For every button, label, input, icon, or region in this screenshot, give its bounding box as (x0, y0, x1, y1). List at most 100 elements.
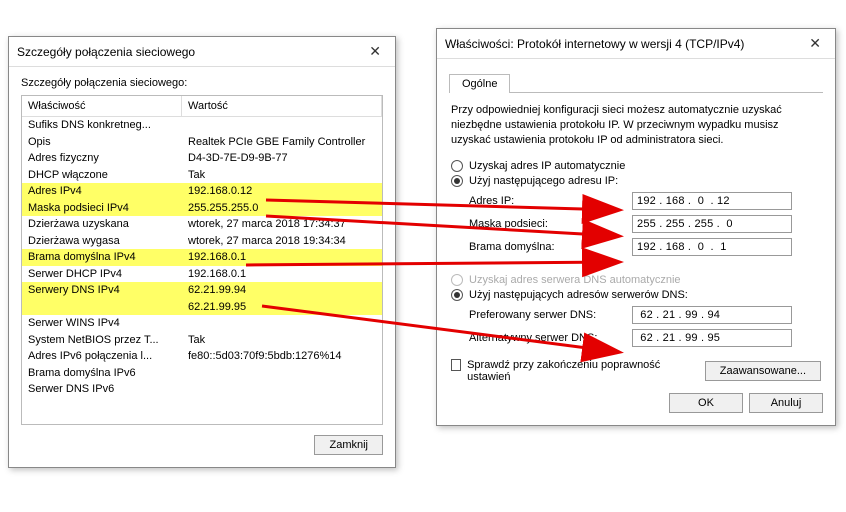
row-ip: Adres IP: (469, 192, 821, 210)
value-cell: fe80::5d03:70f9:5bdb:1276%14 (182, 348, 382, 365)
radio-ip-auto[interactable]: Uzyskaj adres IP automatycznie (451, 160, 821, 172)
property-cell: Adres IPv4 (22, 183, 182, 200)
label-dns2: Alternatywny serwer DNS: (469, 332, 624, 344)
close-icon[interactable]: ✕ (803, 35, 827, 52)
label-dns1: Preferowany serwer DNS: (469, 309, 624, 321)
table-row[interactable]: Serwer WINS IPv4 (22, 315, 382, 332)
value-cell: 255.255.255.0 (182, 200, 382, 217)
table-row[interactable]: Serwer DHCP IPv4192.168.0.1 (22, 266, 382, 283)
row-dns1: Preferowany serwer DNS: (469, 306, 821, 324)
table-row[interactable]: OpisRealtek PCIe GBE Family Controller (22, 134, 382, 151)
radio-ip-manual[interactable]: Użyj następującego adresu IP: (451, 175, 821, 187)
radio-dns-auto: Uzyskaj adres serwera DNS automatycznie (451, 274, 821, 286)
table-row[interactable]: Serwery DNS IPv462.21.99.94 (22, 282, 382, 299)
table-row[interactable]: Adres IPv4192.168.0.12 (22, 183, 382, 200)
table-row[interactable]: DHCP włączoneTak (22, 167, 382, 184)
tab-general[interactable]: Ogólne (449, 74, 510, 93)
cancel-button[interactable]: Anuluj (749, 393, 823, 413)
window-title-right: Właściwości: Protokół internetowy w wers… (445, 37, 744, 51)
value-cell (182, 381, 382, 398)
advanced-button[interactable]: Zaawansowane... (705, 361, 821, 381)
header-value: Wartość (182, 96, 382, 116)
table-row[interactable]: Dzierżawa wygasawtorek, 27 marca 2018 19… (22, 233, 382, 250)
value-cell: Tak (182, 332, 382, 349)
row-gw: Brama domyślna: (469, 238, 821, 256)
label-mask: Maska podsieci: (469, 218, 624, 230)
value-cell: 192.168.0.1 (182, 249, 382, 266)
close-button[interactable]: Zamknij (314, 435, 383, 455)
property-cell: Dzierżawa uzyskana (22, 216, 182, 233)
window-title-left: Szczegóły połączenia sieciowego (17, 45, 195, 59)
table-row[interactable]: Brama domyślna IPv4192.168.0.1 (22, 249, 382, 266)
description-text: Przy odpowiedniej konfiguracji sieci moż… (451, 103, 821, 148)
ipv4-properties-window: Właściwości: Protokół internetowy w wers… (436, 28, 836, 426)
property-cell: Brama domyślna IPv6 (22, 365, 182, 382)
titlebar-left: Szczegóły połączenia sieciowego ✕ (9, 37, 395, 67)
property-cell: Serwery DNS IPv4 (22, 282, 182, 299)
radio-ip-auto-label: Uzyskaj adres IP automatycznie (469, 160, 625, 172)
property-cell: Serwer WINS IPv4 (22, 315, 182, 332)
details-header: Właściwość Wartość (22, 96, 382, 117)
radio-ip-manual-label: Użyj następującego adresu IP: (469, 175, 618, 187)
value-cell: 192.168.0.12 (182, 183, 382, 200)
radio-icon (451, 289, 463, 301)
gateway-input[interactable] (632, 238, 792, 256)
label-ip: Adres IP: (469, 195, 624, 207)
radio-dns-manual[interactable]: Użyj następujących adresów serwerów DNS: (451, 289, 821, 301)
property-cell: Dzierżawa wygasa (22, 233, 182, 250)
property-cell: System NetBIOS przez T... (22, 332, 182, 349)
ip-input[interactable] (632, 192, 792, 210)
property-cell: Opis (22, 134, 182, 151)
ok-button[interactable]: OK (669, 393, 743, 413)
table-row[interactable]: Adres IPv6 połączenia l...fe80::5d03:70f… (22, 348, 382, 365)
mask-input[interactable] (632, 215, 792, 233)
tab-strip: Ogólne (449, 73, 823, 93)
value-cell (182, 315, 382, 332)
value-cell: Realtek PCIe GBE Family Controller (182, 134, 382, 151)
property-cell: DHCP włączone (22, 167, 182, 184)
details-subtitle: Szczegóły połączenia sieciowego: (21, 77, 383, 89)
table-row[interactable]: Maska podsieci IPv4255.255.255.0 (22, 200, 382, 217)
property-cell: Maska podsieci IPv4 (22, 200, 182, 217)
dns1-input[interactable] (632, 306, 792, 324)
table-row[interactable]: Dzierżawa uzyskanawtorek, 27 marca 2018 … (22, 216, 382, 233)
radio-icon (451, 274, 463, 286)
property-cell: Serwer DNS IPv6 (22, 381, 182, 398)
property-cell (22, 299, 182, 316)
value-cell: 62.21.99.95 (182, 299, 382, 316)
details-list: Właściwość Wartość Sufiks DNS konkretneg… (21, 95, 383, 425)
value-cell: wtorek, 27 marca 2018 17:34:37 (182, 216, 382, 233)
table-row[interactable]: Sufiks DNS konkretneg... (22, 117, 382, 134)
value-cell: 192.168.0.1 (182, 266, 382, 283)
close-icon[interactable]: ✕ (363, 43, 387, 60)
validate-label: Sprawdź przy zakończeniu poprawność usta… (467, 359, 661, 383)
validate-checkbox[interactable] (451, 359, 461, 371)
value-cell: D4-3D-7E-D9-9B-77 (182, 150, 382, 167)
property-cell: Brama domyślna IPv4 (22, 249, 182, 266)
label-gw: Brama domyślna: (469, 241, 624, 253)
table-row[interactable]: Brama domyślna IPv6 (22, 365, 382, 382)
table-row[interactable]: Adres fizycznyD4-3D-7E-D9-9B-77 (22, 150, 382, 167)
value-cell: 62.21.99.94 (182, 282, 382, 299)
value-cell (182, 365, 382, 382)
radio-icon (451, 160, 463, 172)
radio-dns-manual-label: Użyj następujących adresów serwerów DNS: (469, 289, 688, 301)
titlebar-right: Właściwości: Protokół internetowy w wers… (437, 29, 835, 59)
radio-icon (451, 175, 463, 187)
row-dns2: Alternatywny serwer DNS: (469, 329, 821, 347)
value-cell: Tak (182, 167, 382, 184)
row-mask: Maska podsieci: (469, 215, 821, 233)
table-row[interactable]: 62.21.99.95 (22, 299, 382, 316)
network-details-window: Szczegóły połączenia sieciowego ✕ Szczeg… (8, 36, 396, 468)
radio-dns-auto-label: Uzyskaj adres serwera DNS automatycznie (469, 274, 681, 286)
property-cell: Adres IPv6 połączenia l... (22, 348, 182, 365)
header-property: Właściwość (22, 96, 182, 116)
value-cell (182, 117, 382, 134)
dns2-input[interactable] (632, 329, 792, 347)
value-cell: wtorek, 27 marca 2018 19:34:34 (182, 233, 382, 250)
table-row[interactable]: System NetBIOS przez T...Tak (22, 332, 382, 349)
property-cell: Sufiks DNS konkretneg... (22, 117, 182, 134)
property-cell: Serwer DHCP IPv4 (22, 266, 182, 283)
property-cell: Adres fizyczny (22, 150, 182, 167)
table-row[interactable]: Serwer DNS IPv6 (22, 381, 382, 398)
